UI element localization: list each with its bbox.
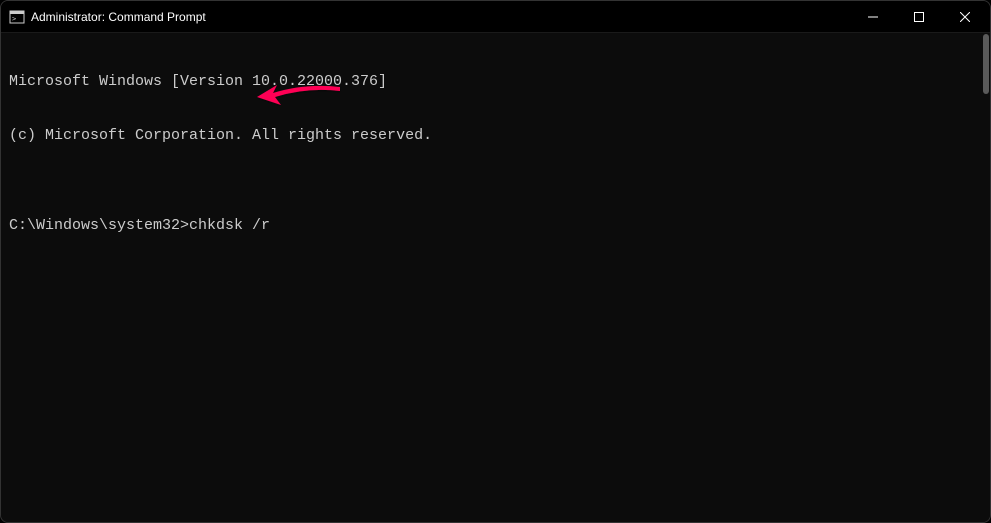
copyright-line: (c) Microsoft Corporation. All rights re…: [9, 127, 982, 145]
svg-text:>_: >_: [12, 15, 21, 23]
prompt-text: C:\Windows\system32>: [9, 217, 189, 234]
minimize-button[interactable]: [850, 1, 896, 33]
command-prompt-window: >_ Administrator: Command Prompt Microso…: [0, 0, 991, 523]
terminal-area[interactable]: Microsoft Windows [Version 10.0.22000.37…: [1, 33, 990, 522]
titlebar[interactable]: >_ Administrator: Command Prompt: [1, 1, 990, 33]
window-controls: [850, 1, 988, 32]
close-button[interactable]: [942, 1, 988, 33]
prompt-line: C:\Windows\system32>chkdsk /r: [9, 217, 982, 235]
maximize-button[interactable]: [896, 1, 942, 33]
command-text: chkdsk /r: [189, 217, 270, 234]
app-icon: >_: [9, 9, 25, 25]
version-line: Microsoft Windows [Version 10.0.22000.37…: [9, 73, 982, 91]
scrollbar-thumb[interactable]: [983, 34, 989, 94]
window-title: Administrator: Command Prompt: [31, 10, 850, 24]
